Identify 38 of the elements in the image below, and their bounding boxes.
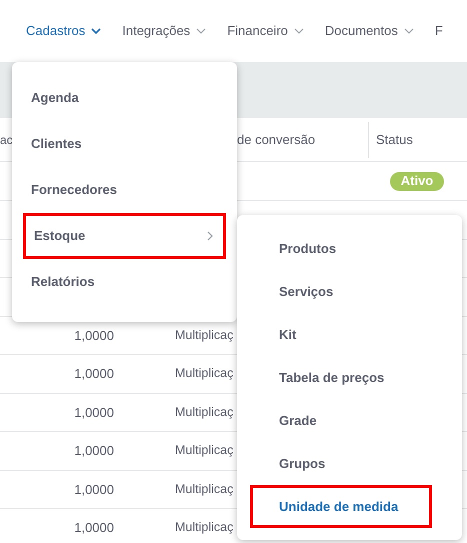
- table-cell-text: Multiplicaç: [175, 442, 234, 460]
- nav-tab[interactable]: Integrações: [122, 21, 206, 41]
- column-header: de conversão: [237, 130, 316, 149]
- nav-tab[interactable]: Documentos: [324, 21, 414, 41]
- menu-item[interactable]: Produtos: [250, 227, 432, 270]
- table-cell-text: 1,0000: [74, 404, 114, 422]
- chevron-down-icon: [294, 28, 304, 34]
- menu-item[interactable]: Kit: [250, 313, 432, 356]
- chevron-down-icon: [91, 28, 102, 34]
- menu-item[interactable]: Serviços: [250, 270, 432, 313]
- menu-item[interactable]: Fornecedores: [23, 167, 226, 213]
- table-cell-text: 1,0000: [74, 365, 114, 383]
- chevron-down-icon: [404, 28, 414, 34]
- table-cell-text: Multiplicaç: [175, 519, 234, 536]
- table-cell-text: Multiplicaç: [175, 480, 234, 498]
- table-cell-text: 1,0000: [74, 519, 114, 537]
- menu-item[interactable]: Clientes: [23, 121, 226, 167]
- table-cell-text: Multiplicaç: [175, 365, 234, 382]
- table-cell-text: 1,0000: [74, 326, 114, 344]
- status-badge: Ativo: [390, 172, 444, 190]
- menu-item[interactable]: Tabela de preços: [250, 356, 432, 399]
- menu-item[interactable]: Grupos: [250, 442, 432, 485]
- table-cell-text: Multiplicaç: [175, 326, 234, 344]
- chevron-down-icon: [196, 28, 206, 34]
- nav-tab[interactable]: Cadastros: [26, 21, 102, 41]
- table-cell-text: 1,0000: [74, 480, 114, 498]
- nav-tab[interactable]: F: [434, 21, 443, 41]
- menu-item[interactable]: Unidade de medida: [250, 485, 432, 528]
- chevron-right-icon: [207, 231, 213, 241]
- column-header: Status: [376, 130, 413, 149]
- menu-item[interactable]: Agenda: [23, 75, 226, 121]
- menu-item[interactable]: Relatórios: [23, 259, 226, 305]
- menu-item[interactable]: Estoque: [23, 213, 226, 259]
- table-cell-text: 1,0000: [74, 442, 114, 460]
- menu-item[interactable]: Grade: [250, 399, 432, 442]
- nav-tab[interactable]: Financeiro: [227, 21, 304, 41]
- column-header: ac: [0, 132, 13, 148]
- table-cell-text: Multiplicaç: [175, 404, 234, 421]
